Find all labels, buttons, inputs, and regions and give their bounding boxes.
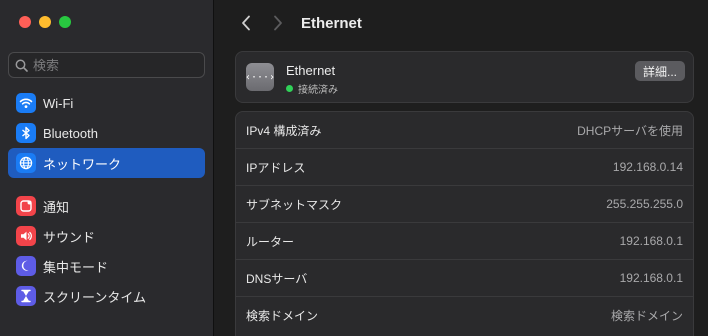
sidebar-item-sound[interactable]: サウンド [8, 221, 205, 251]
chevron-left-icon [242, 15, 250, 31]
network-info-list: IPv4 構成済み DHCPサーバを使用 IPアドレス 192.168.0.14… [235, 111, 694, 336]
ethernet-icon: ‹···› [245, 63, 275, 91]
info-row-ip-address: IPアドレス 192.168.0.14 [236, 149, 693, 186]
row-value: 192.168.0.14 [612, 160, 683, 174]
back-button[interactable] [233, 10, 259, 36]
maximize-window-button[interactable] [59, 16, 71, 28]
main-pane: Ethernet ‹···› Ethernet 接続済み 詳細... IPv4 … [215, 0, 708, 336]
row-label: ルーター [246, 234, 295, 249]
settings-window: Wi-Fi Bluetooth [0, 0, 708, 336]
speaker-icon [16, 226, 36, 246]
row-value: 255.255.255.0 [606, 197, 683, 211]
status-label: 接続済み [298, 85, 338, 96]
row-label: 検索ドメイン [246, 309, 319, 323]
info-row-subnet-mask: サブネットマスク 255.255.255.0 [236, 186, 693, 223]
search-input[interactable] [33, 57, 193, 73]
globe-icon [16, 153, 36, 173]
row-value: 検索ドメイン [610, 309, 683, 323]
sidebar-item-label: サウンド [43, 229, 96, 245]
details-button[interactable]: 詳細... [634, 61, 685, 81]
sidebar-item-focus[interactable]: 集中モード [8, 251, 205, 281]
connection-card: ‹···› Ethernet 接続済み 詳細... [235, 51, 694, 103]
info-row-router: ルーター 192.168.0.1 [236, 223, 693, 260]
row-label: サブネットマスク [246, 197, 343, 212]
search-icon [15, 59, 28, 72]
sidebar-item-wifi[interactable]: Wi-Fi [8, 88, 205, 118]
row-label: IPアドレス [246, 160, 306, 175]
info-row-search-domain: 検索ドメイン 検索ドメイン [236, 297, 693, 334]
bluetooth-icon [16, 123, 36, 143]
sidebar-group-notifications: 通知 サウンド 集中モード スクリーンタイム [8, 191, 205, 311]
search-field[interactable] [8, 52, 205, 78]
sidebar-item-bluetooth[interactable]: Bluetooth [8, 118, 205, 148]
status-dot-icon [286, 85, 293, 92]
sidebar-item-label: 集中モード [43, 259, 109, 275]
moon-icon [16, 256, 36, 276]
row-label: IPv4 構成済み [246, 123, 322, 138]
sidebar-item-screen-time[interactable]: スクリーンタイム [8, 281, 205, 311]
sidebar-item-label: Bluetooth [43, 125, 98, 141]
sidebar: Wi-Fi Bluetooth [0, 0, 214, 336]
bell-icon [16, 196, 36, 216]
wifi-icon [16, 93, 36, 113]
row-label: DNSサーバ [246, 271, 308, 286]
close-window-button[interactable] [19, 16, 31, 28]
connection-name: Ethernet [286, 63, 336, 78]
row-value: 192.168.0.1 [619, 271, 683, 285]
hourglass-icon [16, 286, 36, 306]
sidebar-item-label: Wi-Fi [43, 95, 74, 111]
sidebar-item-label: スクリーンタイム [43, 289, 147, 305]
chevron-right-icon [274, 15, 282, 31]
page-title: Ethernet [301, 14, 362, 32]
row-value: DHCPサーバを使用 [577, 123, 683, 138]
sidebar-item-label: ネットワーク [43, 156, 122, 172]
forward-button[interactable] [265, 10, 291, 36]
toolbar: Ethernet [215, 0, 708, 46]
sidebar-item-label: 通知 [43, 199, 70, 215]
traffic-lights [19, 16, 71, 28]
sidebar-item-notifications[interactable]: 通知 [8, 191, 205, 221]
sidebar-group-network: Wi-Fi Bluetooth ネットワーク [8, 88, 205, 178]
connection-status: 接続済み [286, 81, 338, 96]
info-row-dns: DNSサーバ 192.168.0.1 [236, 260, 693, 297]
info-row-ipv4: IPv4 構成済み DHCPサーバを使用 [236, 112, 693, 149]
minimize-window-button[interactable] [39, 16, 51, 28]
row-value: 192.168.0.1 [619, 234, 683, 248]
sidebar-item-network[interactable]: ネットワーク [8, 148, 205, 178]
